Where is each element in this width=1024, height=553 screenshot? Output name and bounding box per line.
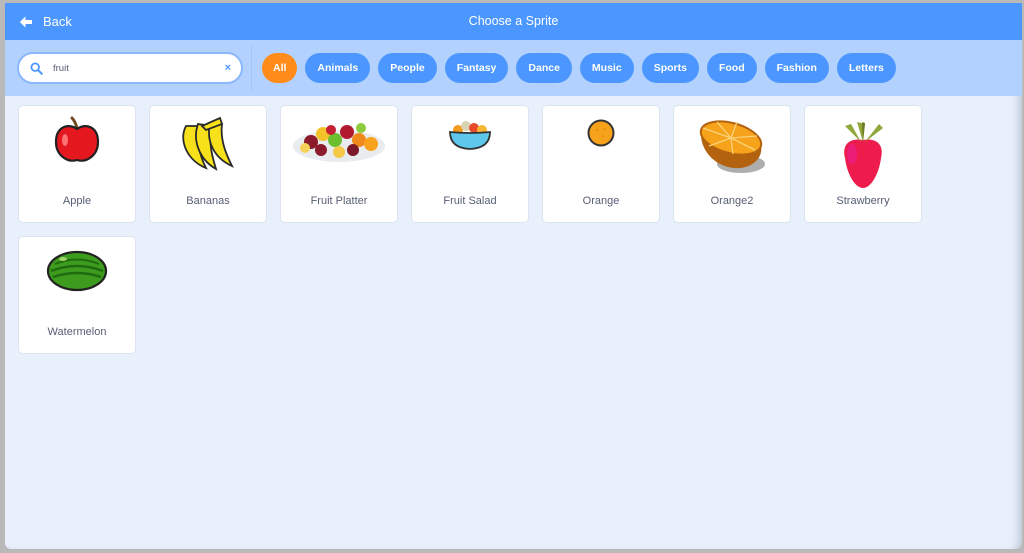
- tag-all[interactable]: All: [262, 53, 298, 83]
- filter-bar: × All Animals People Fantasy Dance Music…: [5, 40, 1022, 96]
- sprite-library-window: Back Choose a Sprite × All Animals Peopl…: [5, 3, 1022, 549]
- modal-title: Choose a Sprite: [468, 14, 559, 28]
- sprite-name: Orange: [582, 195, 620, 207]
- tag-list: All Animals People Fantasy Dance Music S…: [262, 53, 896, 83]
- orange-half-icon: [699, 120, 765, 173]
- sprite-name: Watermelon: [47, 326, 107, 338]
- sprite-card-fruit-salad[interactable]: Fruit Salad: [411, 105, 529, 223]
- search-box[interactable]: ×: [17, 52, 243, 84]
- sprite-card-bananas[interactable]: Bananas: [149, 105, 267, 223]
- tag-fashion[interactable]: Fashion: [764, 53, 829, 83]
- tag-sports[interactable]: Sports: [641, 53, 699, 83]
- sprite-name: Strawberry: [836, 195, 890, 207]
- sprite-card-orange2[interactable]: Orange2: [673, 105, 791, 223]
- sprite-card-watermelon[interactable]: Watermelon: [18, 236, 136, 354]
- tag-animals[interactable]: Animals: [305, 53, 371, 83]
- sprite-card-orange[interactable]: Orange: [542, 105, 660, 223]
- watermelon-icon: [46, 250, 108, 292]
- sprite-name: Fruit Salad: [443, 195, 497, 207]
- orange-icon: [587, 119, 615, 147]
- tag-fantasy[interactable]: Fantasy: [444, 53, 509, 83]
- sprite-card-fruit-platter[interactable]: Fruit Platter: [280, 105, 398, 223]
- clear-search-icon[interactable]: ×: [225, 61, 231, 75]
- arrow-left-icon: [19, 16, 32, 27]
- tag-letters[interactable]: Letters: [836, 53, 896, 83]
- search-input[interactable]: [53, 62, 203, 74]
- sprite-name: Fruit Platter: [310, 195, 368, 207]
- sprite-name: Apple: [62, 195, 92, 207]
- sprite-grid: Apple Bananas Fruit Platter Fruit Salad …: [18, 105, 922, 354]
- bananas-icon: [182, 116, 234, 171]
- search-icon: [30, 61, 43, 75]
- fruit-salad-icon: [449, 121, 491, 150]
- sprite-name: Bananas: [186, 195, 230, 207]
- fruit-platter-icon: [293, 123, 385, 162]
- modal-header: Back Choose a Sprite: [5, 3, 1022, 40]
- filter-divider: [251, 47, 253, 89]
- back-button[interactable]: Back: [19, 3, 72, 40]
- tag-music[interactable]: Music: [579, 53, 634, 83]
- tag-food[interactable]: Food: [706, 53, 757, 83]
- sprite-name: Orange2: [710, 195, 754, 207]
- sprite-card-strawberry[interactable]: Strawberry: [804, 105, 922, 223]
- strawberry-icon: [844, 122, 883, 188]
- sprite-card-apple[interactable]: Apple: [18, 105, 136, 223]
- apple-icon: [54, 116, 100, 162]
- tag-people[interactable]: People: [378, 53, 437, 83]
- tag-dance[interactable]: Dance: [516, 53, 572, 83]
- back-label: Back: [43, 14, 72, 29]
